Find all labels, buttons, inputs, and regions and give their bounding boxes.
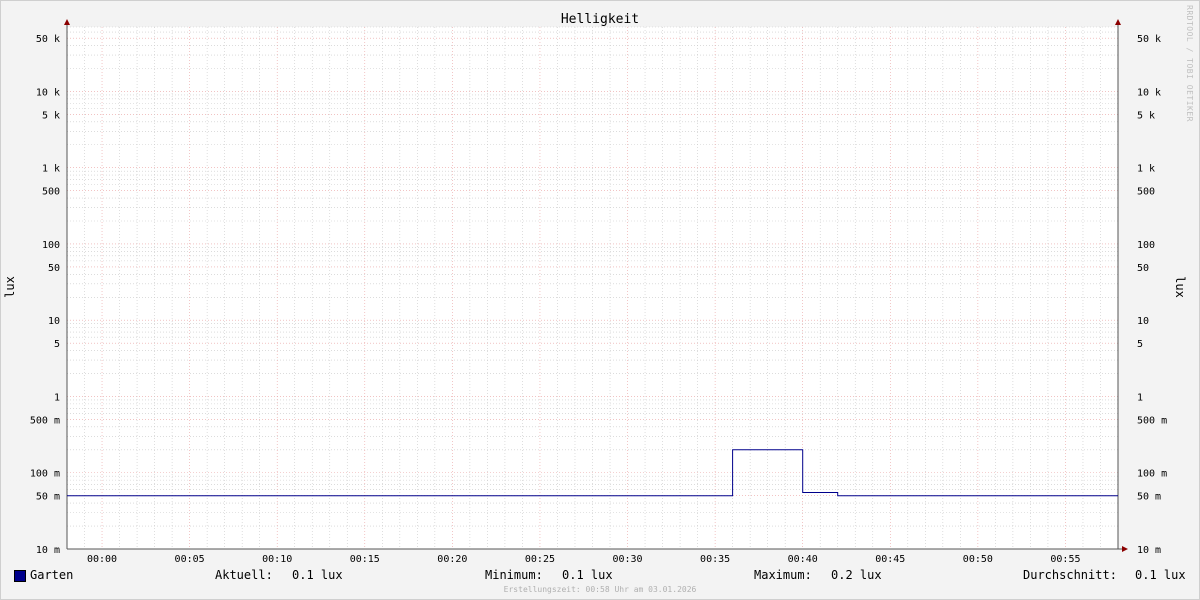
y-tick-label-left: 10 m — [36, 545, 60, 556]
y-tick-label-left: 5 k — [42, 110, 60, 121]
y-tick-label-right: 5 — [1137, 339, 1143, 350]
y-tick-label-left: 500 — [42, 187, 60, 198]
x-tick-label: 00:15 — [350, 554, 380, 565]
x-tick-label: 00:50 — [963, 554, 993, 565]
legend-swatch-garten — [14, 570, 26, 582]
y-tick-label-right: 1 k — [1137, 164, 1155, 175]
x-tick-label: 00:35 — [700, 554, 730, 565]
y-tick-label-right: 10 k — [1137, 87, 1161, 98]
x-axis-arrow — [1122, 546, 1128, 552]
rrdtool-credit: RRDTOOL / TOBI OETIKER — [1185, 5, 1194, 122]
y-axis-arrow-right — [1115, 19, 1121, 25]
chart-title: Helligkeit — [561, 12, 639, 27]
y-tick-label-right: 500 — [1137, 187, 1155, 198]
x-tick-label: 00:40 — [788, 554, 818, 565]
y-tick-label-left: 50 k — [36, 34, 60, 45]
legend-series-name: Garten — [30, 568, 74, 582]
y-tick-label-right: 10 — [1137, 316, 1149, 327]
legend-aktuell-label: Aktuell: — [215, 568, 273, 582]
x-tick-label: 00:00 — [87, 554, 117, 565]
chart-svg: 50 k 50 k10 k 10 k5 k5 k1 k1 k500 500100 100… — [3, 12, 1187, 565]
y-tick-label-right: 100 — [1137, 240, 1155, 251]
x-tick-label: 00:45 — [875, 554, 905, 565]
y-axis-arrow-left — [64, 19, 70, 25]
y-tick-label-left: 100 — [42, 240, 60, 251]
y-tick-label-right: 50 k — [1137, 34, 1161, 45]
legend-maximum-value: 0.2 lux — [831, 568, 882, 582]
y-tick-label-right: 1 — [1137, 392, 1143, 403]
x-tick-label: 00:05 — [175, 554, 205, 565]
y-tick-label-left: 100 m — [30, 469, 60, 480]
y-tick-label-right: 500 m — [1137, 415, 1167, 426]
y-tick-label-right: 50 — [1137, 263, 1149, 274]
y-tick-label-right: 100 m — [1137, 469, 1167, 480]
x-tick-label: 00:20 — [437, 554, 467, 565]
legend-minimum-value: 0.1 lux — [562, 568, 613, 582]
y-tick-label-right: 10 m — [1137, 545, 1161, 556]
y-tick-label-left: 10 — [48, 316, 60, 327]
x-tick-label: 00:55 — [1050, 554, 1080, 565]
footer-timestamp: Erstellungszeit: 00:58 Uhr am 03.01.2026 — [503, 585, 697, 594]
y-axis-label-left: lux — [3, 276, 17, 298]
y-tick-label-right: 50 m — [1137, 492, 1161, 503]
legend-durchschnitt-label: Durchschnitt: — [1023, 568, 1117, 582]
x-tick-label: 00:30 — [612, 554, 642, 565]
y-tick-label-left: 50 — [48, 263, 60, 274]
y-tick-label-left: 500 m — [30, 415, 60, 426]
y-axis-label-right: lux — [1173, 276, 1187, 298]
y-tick-label-left: 5 — [54, 339, 60, 350]
y-tick-label-left: 1 k — [42, 164, 60, 175]
legend-durchschnitt-value: 0.1 lux — [1135, 568, 1186, 582]
legend-aktuell-value: 0.1 lux — [292, 568, 343, 582]
y-tick-label-right: 5 k — [1137, 110, 1155, 121]
y-tick-label-left: 10 k — [36, 87, 60, 98]
legend-maximum-label: Maximum: — [754, 568, 812, 582]
legend-minimum-label: Minimum: — [485, 568, 543, 582]
x-tick-label: 00:10 — [262, 554, 292, 565]
y-tick-label-left: 50 m — [36, 492, 60, 503]
y-tick-label-left: 1 — [54, 392, 60, 403]
x-tick-label: 00:25 — [525, 554, 555, 565]
